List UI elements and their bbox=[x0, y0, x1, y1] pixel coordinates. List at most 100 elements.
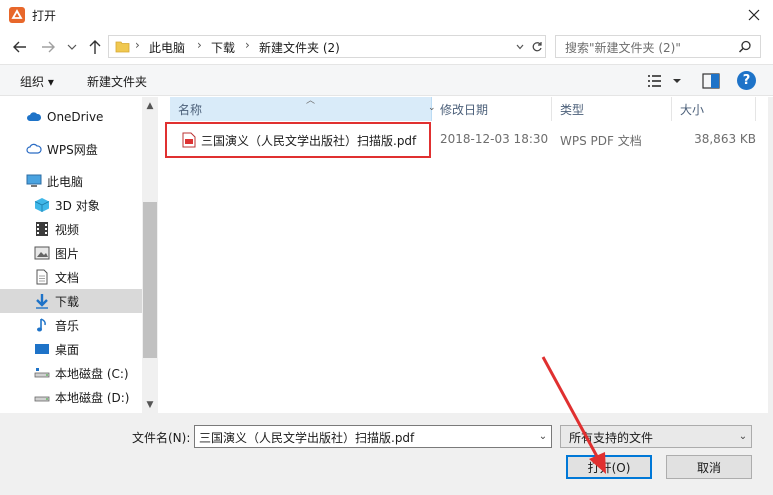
breadcrumb-separator: › bbox=[197, 38, 202, 52]
column-header-size[interactable]: 大小 bbox=[672, 97, 756, 121]
forward-button[interactable] bbox=[36, 36, 60, 58]
column-header-date[interactable]: 修改日期 bbox=[432, 97, 552, 121]
table-row[interactable]: 三国演义（人民文学出版社）扫描版.pdf 2018-12-03 18:30 WP… bbox=[170, 127, 756, 151]
download-icon bbox=[34, 293, 50, 309]
drive-icon bbox=[34, 365, 50, 381]
navigation-pane: OneDrive WPS网盘 此电脑 3D 对象 视频 图片 文档 下载 音乐 … bbox=[0, 97, 158, 413]
file-type: WPS PDF 文档 bbox=[560, 134, 642, 148]
command-bar: 组织 ▾ 新建文件夹 ? bbox=[0, 64, 773, 96]
cancel-button[interactable]: 取消 bbox=[666, 455, 752, 479]
sidebar-item-music[interactable]: 音乐 bbox=[0, 313, 142, 337]
cloud-icon bbox=[26, 109, 42, 125]
sidebar-item-pictures[interactable]: 图片 bbox=[0, 241, 142, 265]
chevron-down-icon: ⌄ bbox=[738, 431, 748, 442]
folder-icon bbox=[115, 39, 130, 54]
right-edge bbox=[768, 97, 773, 413]
video-icon bbox=[34, 221, 50, 237]
breadcrumb-downloads[interactable]: 下载 bbox=[211, 39, 235, 56]
sort-ascending-icon: ︿ bbox=[306, 96, 316, 106]
open-button[interactable]: 打开(O) bbox=[566, 455, 652, 479]
sidebar-item-3d-objects[interactable]: 3D 对象 bbox=[0, 193, 142, 217]
cube-icon bbox=[34, 197, 50, 213]
breadcrumb-current-folder[interactable]: 新建文件夹 (2) bbox=[259, 39, 340, 56]
breadcrumb-separator: › bbox=[135, 38, 140, 52]
new-folder-button[interactable]: 新建文件夹 bbox=[87, 73, 147, 90]
computer-icon bbox=[26, 173, 42, 189]
sidebar-item-downloads[interactable]: 下载 bbox=[0, 289, 142, 313]
organize-button[interactable]: 组织 ▾ bbox=[20, 73, 54, 90]
close-button[interactable] bbox=[740, 2, 768, 28]
help-button[interactable]: ? bbox=[737, 71, 756, 90]
sidebar-item-this-pc[interactable]: 此电脑 bbox=[0, 169, 142, 193]
sidebar-item-label: WPS网盘 bbox=[47, 142, 98, 157]
filename-input[interactable]: 三国演义（人民文学出版社）扫描版.pdf ⌄ bbox=[194, 425, 552, 448]
sidebar-item-label: 文档 bbox=[55, 270, 80, 285]
chevron-down-icon bbox=[67, 44, 77, 50]
column-header-type[interactable]: 类型 bbox=[552, 97, 672, 121]
filename-value: 三国演义（人民文学出版社）扫描版.pdf bbox=[199, 431, 415, 445]
file-list: 名称 ︿ ⌄ 修改日期 类型 大小 三国演义（人民文学出版社）扫描版.pdf 2… bbox=[160, 96, 756, 413]
sidebar-item-videos[interactable]: 视频 bbox=[0, 217, 142, 241]
scrollbar-thumb[interactable] bbox=[143, 202, 157, 358]
sidebar-item-label: 音乐 bbox=[55, 318, 80, 333]
file-name: 三国演义（人民文学出版社）扫描版.pdf bbox=[201, 134, 417, 148]
breadcrumb-this-pc[interactable]: 此电脑 bbox=[149, 39, 185, 56]
sidebar-scrollbar[interactable]: ▲ ▼ bbox=[142, 97, 158, 413]
sidebar-item-wps-cloud[interactable]: WPS网盘 bbox=[0, 137, 142, 161]
sidebar-item-label: 本地磁盘 (C:) bbox=[55, 366, 129, 381]
sidebar-item-desktop[interactable]: 桌面 bbox=[0, 337, 142, 361]
sidebar-item-drive-c[interactable]: 本地磁盘 (C:) bbox=[0, 361, 142, 385]
preview-pane-button[interactable] bbox=[701, 72, 721, 90]
scroll-down-icon[interactable]: ▼ bbox=[142, 396, 158, 413]
recent-locations-button[interactable] bbox=[64, 36, 80, 58]
search-icon[interactable] bbox=[737, 39, 753, 55]
file-size: 38,863 KB bbox=[694, 132, 756, 146]
refresh-icon bbox=[532, 41, 542, 51]
up-button[interactable] bbox=[84, 36, 106, 58]
window-title: 打开 bbox=[32, 9, 57, 23]
pdf-file-icon bbox=[182, 132, 196, 148]
desktop-icon bbox=[34, 341, 50, 357]
filter-value: 所有支持的文件 bbox=[569, 431, 654, 445]
bottom-panel: 文件名(N): 三国演义（人民文学出版社）扫描版.pdf ⌄ 所有支持的文件 ⌄… bbox=[0, 413, 773, 495]
app-icon bbox=[9, 7, 25, 23]
file-type-filter-select[interactable]: 所有支持的文件 ⌄ bbox=[560, 425, 752, 448]
sidebar-item-label: 下载 bbox=[55, 294, 80, 309]
search-placeholder: 搜索"新建文件夹 (2)" bbox=[565, 41, 681, 55]
arrow-up-icon bbox=[89, 40, 101, 54]
close-icon bbox=[748, 9, 760, 21]
change-view-button[interactable] bbox=[646, 72, 686, 90]
arrow-right-icon bbox=[42, 41, 55, 53]
address-dropdown-button[interactable] bbox=[512, 36, 528, 57]
drive-icon bbox=[34, 389, 50, 405]
details-view-icon bbox=[648, 75, 681, 87]
search-box[interactable]: 搜索"新建文件夹 (2)" bbox=[555, 35, 761, 58]
column-header-name[interactable]: 名称 ︿ ⌄ bbox=[170, 96, 436, 121]
document-icon bbox=[34, 269, 50, 285]
filename-label: 文件名(N): bbox=[132, 431, 191, 445]
chevron-down-icon[interactable]: ⌄ bbox=[535, 426, 551, 447]
picture-icon bbox=[34, 245, 50, 261]
column-header-label: 大小 bbox=[680, 102, 705, 117]
sidebar-item-onedrive[interactable]: OneDrive bbox=[0, 105, 142, 129]
arrow-left-icon bbox=[13, 41, 26, 53]
column-header-label: 修改日期 bbox=[440, 102, 489, 117]
column-header-label: 名称 bbox=[178, 102, 203, 117]
column-header-row: 名称 ︿ ⌄ 修改日期 类型 大小 bbox=[160, 96, 756, 121]
back-button[interactable] bbox=[8, 36, 32, 58]
sidebar-item-label: OneDrive bbox=[47, 110, 104, 124]
file-date: 2018-12-03 18:30 bbox=[440, 132, 549, 146]
cloud-outline-icon bbox=[26, 141, 42, 157]
music-icon bbox=[34, 317, 50, 333]
breadcrumb-separator: › bbox=[245, 38, 250, 52]
sidebar-item-label: 图片 bbox=[55, 246, 80, 261]
scroll-up-icon[interactable]: ▲ bbox=[142, 97, 158, 114]
sidebar-item-drive-d[interactable]: 本地磁盘 (D:) bbox=[0, 385, 142, 409]
column-header-label: 类型 bbox=[560, 102, 585, 117]
sidebar-item-documents[interactable]: 文档 bbox=[0, 265, 142, 289]
refresh-button[interactable] bbox=[528, 36, 546, 57]
address-bar[interactable]: › 此电脑 › 下载 › 新建文件夹 (2) bbox=[108, 35, 546, 58]
title-bar: 打开 bbox=[0, 0, 773, 30]
sidebar-item-label: 视频 bbox=[55, 222, 80, 237]
sidebar-item-label: 本地磁盘 (D:) bbox=[55, 390, 130, 405]
